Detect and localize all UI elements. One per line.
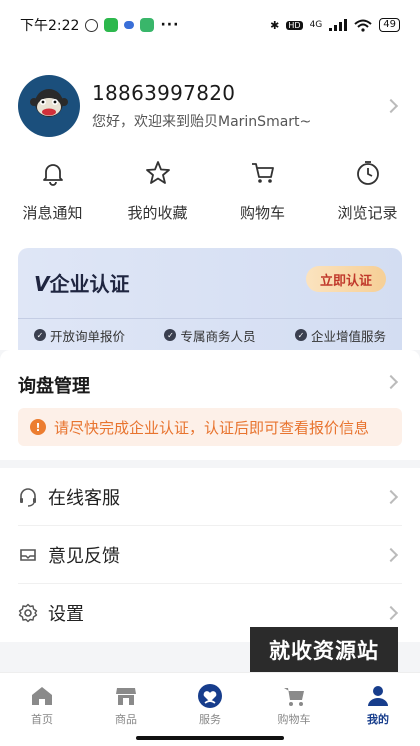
home-indicator[interactable] (136, 736, 284, 740)
cert-feature: ✓ 专属商务人员 (164, 326, 256, 345)
home-icon (29, 683, 55, 709)
signal-icon (329, 19, 348, 31)
tab-label: 首页 (31, 713, 53, 726)
cart-icon (248, 158, 278, 188)
monkey-logo-icon (30, 89, 68, 117)
cert-notice: ! 请尽快完成企业认证，认证后即可查看报价信息 (18, 408, 402, 446)
menu-item-feedback[interactable]: 意见反馈 (18, 526, 402, 584)
divider (18, 318, 402, 319)
star-icon (143, 158, 173, 188)
chevron-right-icon (383, 547, 399, 562)
check-icon: ✓ (34, 329, 46, 341)
inquiry-section[interactable]: 询盘管理 ! 请尽快完成企业认证，认证后即可查看报价信息 (0, 350, 420, 460)
quick-action-messages[interactable]: 消息通知 (0, 158, 105, 223)
more-icon: ··· (160, 17, 180, 33)
chevron-right-icon[interactable] (383, 374, 399, 390)
quick-action-label: 消息通知 (22, 204, 83, 222)
quick-action-label: 浏览记录 (337, 204, 398, 222)
tab-label: 商品 (115, 713, 137, 726)
feedback-icon (18, 545, 38, 565)
clock-icon (353, 158, 383, 188)
watermark: 就收资源站 (250, 627, 398, 673)
quick-action-history[interactable]: 浏览记录 (315, 158, 420, 223)
cert-features: ✓ 开放询单报价 ✓ 专属商务人员 ✓ 企业增值服务 (18, 320, 402, 350)
tab-label: 我的 (367, 713, 389, 726)
tab-home[interactable]: 首页 (0, 673, 84, 746)
quick-actions: 消息通知 我的收藏 购物车 浏览记录 (0, 158, 420, 223)
quick-action-cart[interactable]: 购物车 (210, 158, 315, 223)
status-bar: 下午2:22 ··· ✱ HD 4G 49 (0, 0, 420, 50)
bell-icon (38, 158, 68, 188)
status-time: 下午2:22 (20, 18, 80, 34)
account-section: 18863997820 您好，欢迎来到贻贝MarinSmart~ 消息通知 我的… (0, 50, 420, 350)
store-icon (113, 683, 139, 709)
user-phone: 18863997820 (92, 81, 236, 105)
quick-action-label: 我的收藏 (127, 204, 188, 222)
chevron-right-icon (383, 489, 399, 504)
headset-icon (18, 487, 38, 507)
welcome-text: 您好，欢迎来到贻贝MarinSmart~ (92, 114, 312, 130)
chevron-right-icon[interactable] (383, 98, 399, 114)
wifi-icon (354, 19, 372, 32)
certify-now-button[interactable]: 立即认证 (306, 266, 386, 292)
gear-icon (18, 603, 38, 623)
menu-label: 设置 (48, 604, 84, 625)
bluetooth-icon: ✱ (270, 18, 280, 32)
network-label: 4G (309, 20, 323, 30)
enterprise-cert-card[interactable]: V企业认证 立即认证 ✓ 开放询单报价 ✓ 专属商务人员 ✓ 企业增值服务 (18, 248, 402, 350)
menu-label: 意见反馈 (48, 545, 120, 567)
tab-label: 服务 (199, 713, 221, 726)
bottom-tab-bar: 首页 商品 服务 购物车 我的 (0, 672, 420, 746)
cert-title: V企业认证 (34, 272, 130, 296)
phone-app-icon (140, 18, 155, 32)
inquiry-title: 询盘管理 (18, 376, 90, 397)
tab-mine[interactable]: 我的 (336, 673, 420, 746)
app-icon (124, 21, 135, 29)
user-icon (365, 683, 391, 709)
v-badge-icon: V (34, 272, 50, 296)
cart-icon (281, 683, 307, 709)
menu-label: 在线客服 (48, 487, 120, 509)
avatar[interactable] (18, 75, 80, 137)
menu-item-customer-service[interactable]: 在线客服 (18, 468, 402, 526)
wechat-icon (104, 18, 119, 32)
warning-icon: ! (30, 419, 46, 435)
check-icon: ✓ (164, 329, 177, 341)
tab-label: 购物车 (277, 713, 311, 726)
quick-action-favorites[interactable]: 我的收藏 (105, 158, 210, 223)
mute-icon (85, 18, 99, 32)
profile-card[interactable]: 18863997820 您好，欢迎来到贻贝MarinSmart~ (18, 75, 402, 137)
settings-menu: 在线客服 意见反馈 设置 (0, 468, 420, 642)
quick-action-label: 购物车 (239, 204, 285, 222)
service-icon (197, 683, 223, 709)
notice-text: 请尽快完成企业认证，认证后即可查看报价信息 (54, 418, 370, 437)
chevron-right-icon (383, 605, 399, 621)
cert-feature: ✓ 开放询单报价 (34, 326, 125, 345)
check-icon: ✓ (294, 329, 307, 341)
cert-feature: ✓ 企业增值服务 (294, 326, 386, 345)
hd-icon: HD (286, 20, 303, 30)
battery-icon: 49 (379, 18, 400, 32)
